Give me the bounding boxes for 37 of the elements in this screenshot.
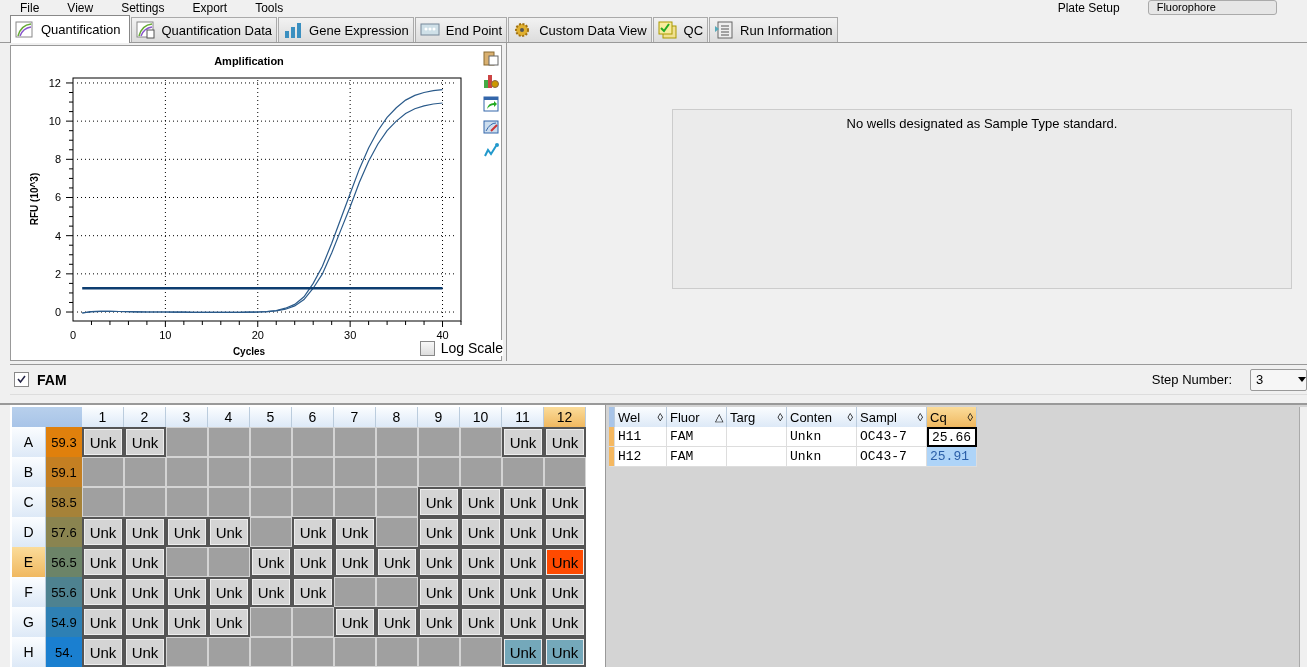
table-cell: Unkn	[787, 447, 857, 467]
y-tick-label: 12	[48, 77, 61, 89]
table-cell: Unkn	[787, 427, 857, 447]
chart-title: Amplification	[214, 55, 284, 68]
x-tick-label: 10	[159, 329, 172, 342]
y-tick-label: 4	[54, 229, 61, 242]
temperature-cell: 58.5	[46, 487, 82, 517]
step-number-label: Step Number:	[1151, 372, 1232, 387]
table-cell: 25.91	[927, 447, 977, 467]
y-tick-label: 8	[54, 153, 61, 166]
temperature-cell: 54.	[46, 637, 82, 667]
table-cell: H12	[615, 447, 667, 467]
y-tick-label: 6	[54, 191, 61, 204]
y-tick-label: 2	[54, 267, 61, 280]
x-tick-label: 0	[69, 329, 77, 342]
temperature-cell: 59.3	[46, 427, 82, 457]
x-tick-label: 20	[251, 329, 264, 342]
temperature-cell: 54.9	[46, 607, 82, 637]
x-axis-label: Cycles	[232, 346, 266, 358]
table-cell: FAM	[667, 427, 727, 447]
x-tick-label: 30	[344, 329, 357, 342]
table-cell: OC43-7	[857, 427, 927, 447]
fluor-label: FAM	[37, 371, 67, 388]
y-axis-label: RFU (10^3)	[29, 172, 40, 226]
x-tick-label: 40	[436, 329, 449, 342]
temperature-cell: 59.1	[46, 457, 82, 487]
y-tick-label: 10	[48, 115, 61, 128]
standard-curve-message: No wells designated as Sample Type standard.	[846, 116, 1118, 134]
table-cell: OC43-7	[857, 447, 927, 467]
table-cell: H11	[615, 427, 667, 447]
table-cell: 25.66	[927, 427, 977, 447]
table-cell: FAM	[667, 447, 727, 467]
log-scale-label: Log Scale	[440, 340, 503, 357]
y-tick-label: 0	[54, 306, 61, 319]
temperature-cell: 56.5	[46, 547, 82, 577]
temperature-cell: 57.6	[46, 517, 82, 547]
temperature-cell: 55.6	[46, 577, 82, 607]
